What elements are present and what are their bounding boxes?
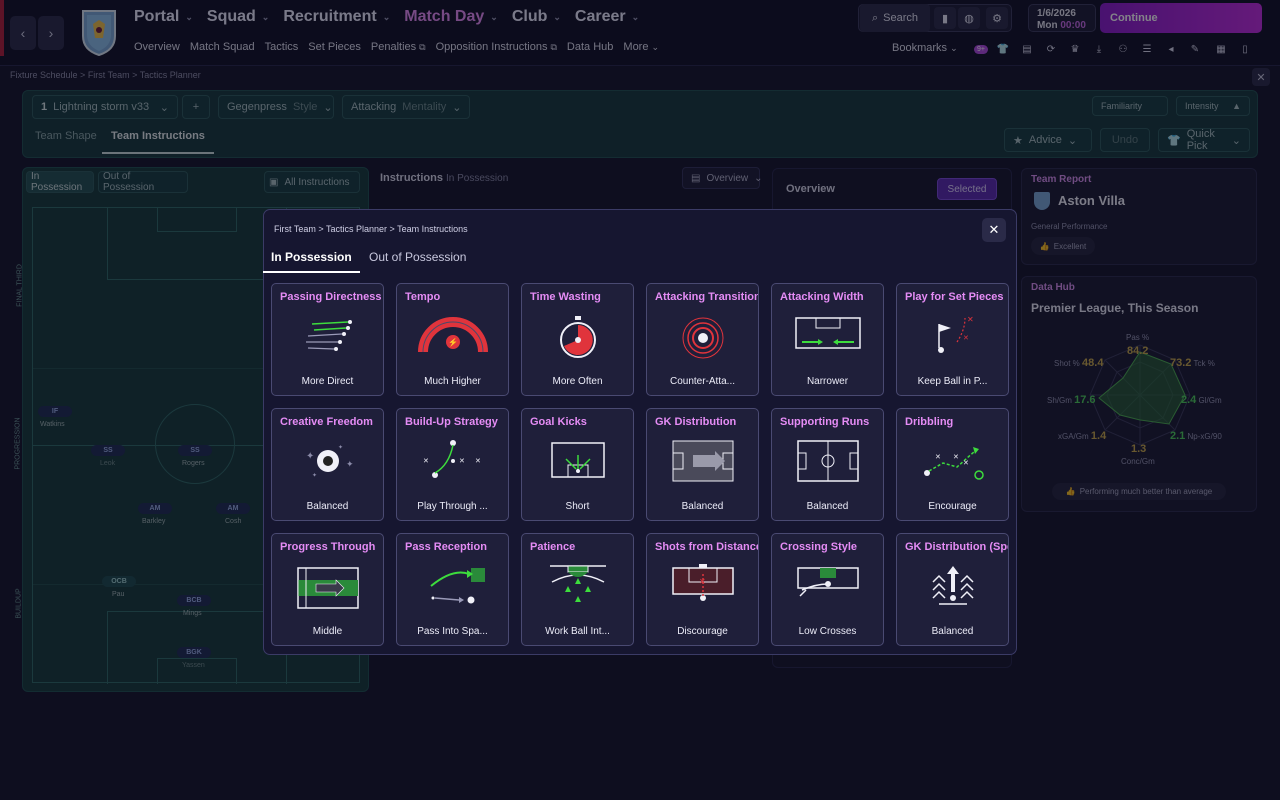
instruction-title: Crossing Style: [780, 541, 858, 553]
set-pieces-icon: ✕✕: [938, 315, 974, 353]
instruction-tile-patience[interactable]: Patience Work Ball Int...: [521, 533, 634, 646]
instruction-title: Pass Reception: [405, 541, 487, 553]
instruction-tile-tempo[interactable]: Tempo ⚡ Much Higher: [396, 283, 509, 396]
svg-text:✕: ✕: [475, 458, 481, 465]
svg-text:✕: ✕: [423, 458, 429, 465]
breadcrumb-item[interactable]: First Team: [274, 224, 316, 234]
instruction-title: GK Distribution: [655, 416, 737, 428]
svg-text:✦: ✦: [312, 472, 317, 479]
instruction-title: Shots from Distance: [655, 541, 759, 553]
instruction-tile-creative-freedom[interactable]: Creative Freedom ✦ ✦ ✦ ✦ Balanced: [271, 408, 384, 521]
svg-text:✕: ✕: [459, 458, 465, 465]
instruction-title: Play for Set Pieces: [905, 291, 1004, 303]
instruction-title: Passing Directness: [280, 291, 382, 303]
instruction-value: Narrower: [806, 376, 849, 387]
instruction-title: Build-Up Strategy: [405, 416, 498, 428]
instruction-value: Balanced: [931, 626, 974, 637]
instruction-value: Encourage: [928, 501, 977, 512]
instruction-title: Patience: [530, 541, 576, 553]
gk-distribution-icon: [672, 440, 734, 482]
progress-through-icon: [297, 567, 359, 609]
instruction-value: Work Ball Int...: [545, 626, 610, 637]
instruction-tile-progress-through[interactable]: Progress Through Middle: [271, 533, 384, 646]
instruction-value: Play Through ...: [417, 501, 488, 512]
instruction-tile-supporting-runs[interactable]: Supporting Runs Balanced: [771, 408, 884, 521]
breadcrumb-item[interactable]: Tactics Planner: [326, 224, 387, 234]
svg-text:✕: ✕: [953, 454, 959, 461]
instruction-value: More Often: [552, 376, 603, 387]
svg-text:✕: ✕: [967, 315, 974, 324]
instruction-value: Short: [565, 501, 590, 512]
pass-reception-icon: [430, 568, 485, 604]
creative-freedom-icon: ✦ ✦ ✦ ✦: [306, 444, 354, 479]
instruction-tile-build-up[interactable]: Build-Up Strategy ✕ ✕ ✕ Play Through ...: [396, 408, 509, 521]
modal-close-button[interactable]: ✕: [982, 218, 1006, 242]
svg-text:✕: ✕: [699, 577, 706, 586]
svg-text:✦: ✦: [338, 444, 343, 451]
build-up-icon: ✕ ✕ ✕: [423, 440, 481, 478]
instruction-title: Tempo: [405, 291, 441, 303]
instruction-tile-dribbling[interactable]: Dribbling ✕ ✕ ✕ Encourage: [896, 408, 1009, 521]
patience-icon: [550, 565, 606, 602]
instruction-tile-time-wasting[interactable]: Time Wasting More Often: [521, 283, 634, 396]
instruction-tile-attacking-transition[interactable]: Attacking Transition Counter-Atta...: [646, 283, 759, 396]
instruction-tile-passing-directness[interactable]: Passing Directness More Direct: [271, 283, 384, 396]
instruction-title: Time Wasting: [530, 291, 601, 303]
instruction-value: Keep Ball in P...: [917, 376, 988, 387]
gk-speed-icon: [932, 566, 974, 605]
modal-tab-out-of-possession[interactable]: Out of Possession: [369, 250, 466, 264]
instruction-tile-pass-reception[interactable]: Pass Reception Pass Into Spa...: [396, 533, 509, 646]
goal-kicks-icon: [551, 442, 605, 478]
instruction-value: Middle: [312, 626, 343, 637]
instruction-value: Pass Into Spa...: [417, 626, 488, 637]
instruction-tile-set-pieces[interactable]: Play for Set Pieces ✕ ✕ Keep Ball in P...: [896, 283, 1009, 396]
instruction-value: Balanced: [681, 501, 724, 512]
instruction-value: Counter-Atta...: [669, 376, 736, 387]
svg-text:⚡: ⚡: [448, 337, 458, 347]
instruction-tile-attacking-width[interactable]: Attacking Width Narrower: [771, 283, 884, 396]
instruction-grid: Passing Directness More Direct Tempo ⚡ Much …: [271, 283, 1009, 647]
svg-text:✕: ✕: [935, 454, 941, 461]
shots-distance-icon: ✕: [672, 564, 734, 601]
instruction-value: Discourage: [677, 626, 728, 637]
svg-text:✕: ✕: [963, 335, 969, 342]
dribbling-icon: ✕ ✕ ✕: [924, 447, 984, 480]
instruction-title: Attacking Transition: [655, 291, 759, 303]
tempo-icon: ⚡: [418, 317, 488, 353]
instruction-value: Balanced: [306, 501, 349, 512]
instruction-value: Balanced: [806, 501, 849, 512]
instruction-title: Dribbling: [905, 416, 954, 428]
breadcrumb-item[interactable]: Team Instructions: [397, 224, 468, 234]
instruction-tile-gk-speed[interactable]: GK Distribution (Speed Balanced: [896, 533, 1009, 646]
instruction-value: Low Crosses: [798, 626, 857, 637]
modal-tab-in-possession[interactable]: In Possession: [271, 250, 352, 264]
modal-tab-underline: [263, 271, 360, 273]
instruction-title: Goal Kicks: [530, 416, 587, 428]
instruction-title: GK Distribution (Speed: [905, 541, 1008, 553]
instruction-value: More Direct: [301, 376, 354, 387]
svg-text:✦: ✦: [306, 451, 314, 462]
instruction-tile-crossing-style[interactable]: Crossing Style Low Crosses: [771, 533, 884, 646]
instruction-title: Attacking Width: [780, 291, 864, 303]
attacking-transition-icon: [682, 317, 724, 359]
supporting-runs-icon: [797, 440, 859, 482]
close-icon: ✕: [988, 222, 1000, 237]
instruction-value: Much Higher: [424, 376, 481, 387]
attacking-width-icon: [795, 317, 861, 349]
instruction-tile-gk-distribution[interactable]: GK Distribution Balanced: [646, 408, 759, 521]
instruction-tile-goal-kicks[interactable]: Goal Kicks Short: [521, 408, 634, 521]
time-wasting-icon: [560, 316, 596, 358]
instruction-title: Progress Through: [280, 541, 376, 553]
instruction-tile-shots-distance[interactable]: Shots from Distance ✕ Discourage: [646, 533, 759, 646]
svg-text:✕: ✕: [963, 460, 969, 467]
instruction-title: Supporting Runs: [780, 416, 870, 428]
modal-breadcrumb: First Team > Tactics Planner > Team Inst…: [274, 224, 468, 234]
crossing-style-icon: [797, 567, 859, 597]
svg-text:✦: ✦: [346, 459, 354, 469]
instruction-title: Creative Freedom: [280, 416, 373, 428]
passing-directness-icon: [306, 320, 352, 351]
